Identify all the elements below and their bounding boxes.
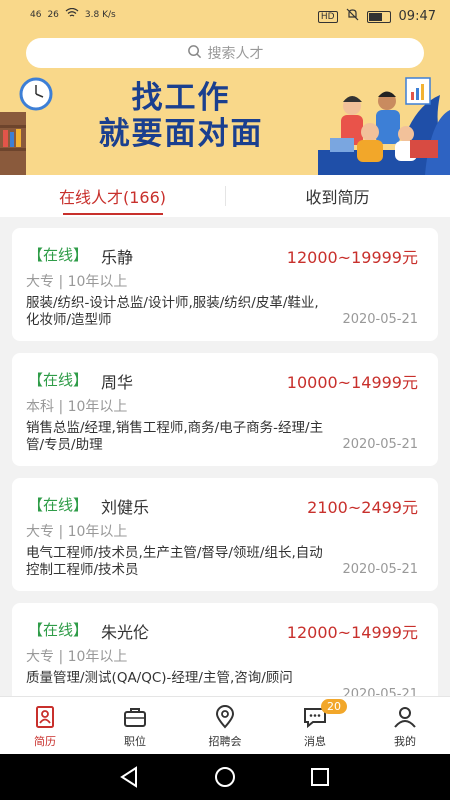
candidate-jobs: 销售总监/经理,销售工程师,商务/电子商务-经理/主管/专员/助理	[26, 420, 324, 453]
back-icon[interactable]	[120, 766, 137, 788]
candidate-education: 大专 | 10年以上	[26, 524, 128, 540]
candidate-card[interactable]: 【在线】 朱光伦 12000~14999元 大专 | 10年以上 质量管理/测试…	[12, 603, 438, 696]
nav-jobs-label: 职位	[124, 735, 146, 748]
candidate-list[interactable]: 【在线】 乐静 12000~19999元 大专 | 10年以上 服装/纺织-设计…	[12, 228, 438, 696]
nav-profile-label: 我的	[394, 735, 416, 748]
candidate-salary: 2100~2499元	[307, 498, 418, 517]
nav-messages[interactable]: 20 消息	[270, 697, 360, 755]
candidate-jobs: 服装/纺织-设计总监/设计师,服装/纺织/皮革/鞋业,化妆师/造型师	[26, 295, 319, 328]
candidate-education: 大专 | 10年以上	[26, 649, 128, 665]
online-status: 【在线】	[28, 621, 89, 639]
candidate-card[interactable]: 【在线】 乐静 12000~19999元 大专 | 10年以上 服装/纺织-设计…	[12, 228, 438, 341]
system-navigation-bar	[0, 754, 450, 800]
online-status: 【在线】	[28, 496, 89, 514]
message-badge: 20	[321, 699, 347, 714]
nav-job-fair-label: 招聘会	[208, 735, 242, 748]
candidate-salary: 12000~14999元	[286, 623, 418, 642]
online-status: 【在线】	[28, 371, 89, 389]
resume-icon	[36, 706, 54, 728]
tab-online-talent[interactable]: 在线人才(166)	[0, 175, 225, 217]
candidate-name: 周华	[101, 373, 134, 392]
nav-jobs[interactable]: 职位	[90, 697, 180, 755]
banner-title: 找工作 就要面对面	[66, 80, 296, 152]
nav-resume[interactable]: 简历	[0, 697, 90, 755]
nav-job-fair[interactable]: 招聘会	[180, 697, 270, 755]
bottom-nav: 简历 职位 招聘会 20 消息 我的	[0, 696, 450, 755]
candidate-salary: 10000~14999元	[286, 373, 418, 392]
candidate-education: 本科 | 10年以上	[26, 399, 128, 415]
candidate-card[interactable]: 【在线】 刘健乐 2100~2499元 大专 | 10年以上 电气工程师/技术员…	[12, 478, 438, 591]
candidate-date: 2020-05-21	[342, 437, 418, 452]
candidate-salary: 12000~19999元	[286, 248, 418, 267]
location-icon	[215, 705, 235, 729]
candidate-date: 2020-05-21	[342, 312, 418, 327]
candidate-jobs: 电气工程师/技术员,生产主管/督导/领班/组长,自动控制工程师/技术员	[26, 545, 323, 578]
candidate-name: 刘健乐	[101, 498, 150, 517]
online-status: 【在线】	[28, 246, 89, 264]
candidate-date: 2020-05-21	[342, 687, 418, 696]
nav-profile[interactable]: 我的	[360, 697, 450, 755]
candidate-education: 大专 | 10年以上	[26, 274, 128, 290]
tab-received-resumes[interactable]: 收到简历	[225, 175, 450, 217]
recent-apps-icon[interactable]	[311, 768, 329, 786]
nav-resume-label: 简历	[34, 735, 56, 748]
tab-divider	[225, 186, 226, 206]
candidate-jobs: 质量管理/测试(QA/QC)-经理/主管,咨询/顾问	[26, 670, 293, 686]
briefcase-icon	[124, 708, 146, 727]
nav-messages-label: 消息	[304, 735, 326, 748]
candidate-name: 乐静	[101, 248, 134, 267]
home-icon[interactable]	[215, 767, 235, 787]
header-banner: 46 26 3.8 K/s HD 09:47 搜索人才 找工作 就要面对面	[0, 0, 450, 175]
banner-line-1: 找工作	[131, 80, 231, 116]
candidate-name: 朱光伦	[101, 623, 150, 642]
candidate-date: 2020-05-21	[342, 562, 418, 577]
banner-line-2: 就要面对面	[98, 116, 264, 152]
profile-icon	[394, 707, 416, 728]
candidate-card[interactable]: 【在线】 周华 10000~14999元 本科 | 10年以上 销售总监/经理,…	[12, 353, 438, 466]
